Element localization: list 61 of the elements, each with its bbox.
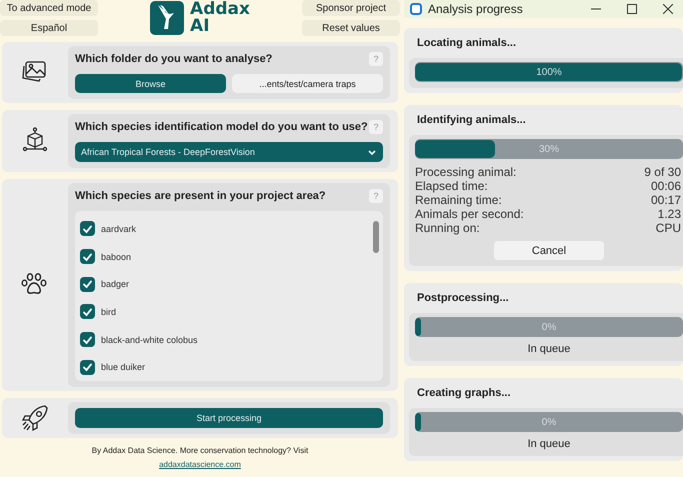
detail-label: Running on: (415, 221, 480, 235)
header-button[interactable]: Español (0, 20, 98, 36)
stage-title: Identifying animals... (417, 114, 527, 126)
detail-value: 9 of 30 (644, 165, 681, 179)
maximize-icon[interactable] (627, 4, 637, 14)
detail-label: Remaining time: (415, 193, 502, 207)
species-label: aardvark (101, 224, 136, 234)
detail-value: 00:17 (650, 193, 681, 207)
scrollbar-thumb[interactable] (373, 221, 379, 253)
checkbox[interactable] (80, 276, 95, 292)
percent-text: 30% (538, 144, 559, 154)
rocket-icon (21, 404, 49, 432)
start-button[interactable]: Start processing (75, 408, 383, 428)
detail-label: Animals per second: (415, 207, 524, 221)
header-button[interactable]: Sponsor project (302, 0, 400, 16)
close-icon[interactable] (663, 4, 673, 14)
website-link[interactable]: addaxdatascience.com (159, 460, 241, 469)
question-text: Which species are present in your project area? (75, 190, 326, 202)
question-text: Which species identification model do you want to use? (75, 121, 368, 133)
footer-text: By Addax Data Science. More conservation technology? Visit (92, 446, 308, 455)
check-icon (82, 362, 93, 372)
stage-title: Locating animals... (417, 37, 518, 49)
species-label: blue duiker (101, 362, 146, 372)
check-icon (82, 224, 93, 234)
percent-text: 0% (542, 322, 556, 332)
detail-value: CPU (656, 221, 681, 235)
detail-value: 00:06 (650, 179, 681, 193)
detail-label: Elapsed time: (415, 179, 488, 193)
check-icon (82, 252, 93, 262)
stage-title: Creating graphs... (417, 387, 512, 399)
status-text: In queue (526, 343, 572, 355)
checkbox[interactable] (80, 360, 95, 375)
browse-button[interactable]: Browse (75, 74, 226, 93)
checkbox[interactable] (80, 249, 95, 264)
window-title: Analysis progress (428, 2, 524, 16)
checkbox[interactable] (80, 332, 95, 348)
species-label: bird (101, 306, 116, 317)
status-text: In queue (526, 438, 572, 450)
cancel-button[interactable]: Cancel (494, 241, 604, 260)
species-label: black-and-white colobus (101, 334, 198, 345)
percent-text: 0% (542, 416, 556, 428)
logo-icon (150, 1, 184, 35)
question-text: Which folder do you want to analyse? (75, 53, 272, 65)
check-icon (82, 334, 93, 345)
species-label: badger (101, 279, 130, 290)
chevron-icon (367, 148, 377, 156)
check-icon (82, 306, 93, 317)
detail-value: 1.23 (658, 207, 681, 221)
species-label: baboon (101, 252, 132, 262)
detail-label: Processing animal: (415, 165, 516, 179)
percent-text: 100% (536, 66, 562, 78)
logo-text: Addax AI (190, 1, 250, 35)
app-icon (410, 3, 422, 15)
checkbox[interactable] (80, 221, 95, 236)
model-dropdown[interactable]: African Tropical Forests - DeepForestVision (75, 142, 383, 162)
folder-path-field[interactable]: ...ents/test/camera traps (232, 74, 383, 93)
checkbox[interactable] (80, 304, 95, 320)
check-icon (82, 279, 93, 290)
header-button[interactable]: Reset values (302, 20, 400, 36)
header-button[interactable]: To advanced mode (0, 0, 98, 16)
stage-title: Postprocessing... (417, 292, 510, 304)
